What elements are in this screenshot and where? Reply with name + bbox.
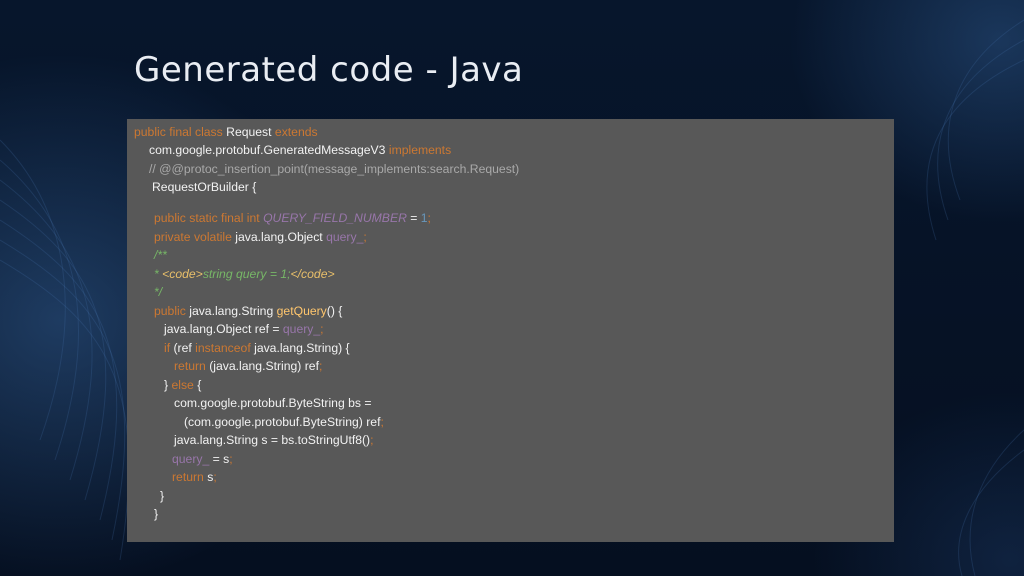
- code-line: }: [160, 487, 164, 505]
- code-line: * <code>string query = 1;</code>: [154, 265, 335, 283]
- code-token: s: [203, 470, 214, 484]
- code-line: public final class Request extends: [134, 123, 318, 141]
- code-line: public java.lang.String getQuery() {: [154, 302, 342, 320]
- code-token: java.lang.Object ref =: [164, 322, 283, 336]
- code-token: ;: [213, 470, 217, 484]
- code-token: private volatile: [154, 230, 232, 244]
- code-token: java.lang.String: [185, 304, 277, 318]
- code-line: java.lang.Object ref = query_;: [164, 320, 324, 338]
- code-token: {: [193, 378, 202, 392]
- code-line: return (java.lang.String) ref;: [174, 357, 322, 375]
- code-line: // @@protoc_insertion_point(message_impl…: [149, 160, 519, 178]
- code-token: Request: [222, 125, 272, 139]
- code-token: }: [160, 489, 165, 503]
- code-token: return: [172, 470, 204, 484]
- code-line: return s;: [172, 468, 217, 486]
- code-token: extends: [271, 125, 318, 139]
- code-token: java.lang.String s = bs.toStringUtf8(): [174, 433, 371, 447]
- code-line: } else {: [164, 376, 201, 394]
- code-token: else: [171, 378, 194, 392]
- code-line: */: [154, 283, 162, 301]
- code-token: query_: [322, 230, 364, 244]
- code-token: ;: [320, 322, 324, 336]
- code-line: /**: [154, 246, 167, 264]
- code-line: (com.google.protobuf.ByteString) ref;: [184, 413, 384, 431]
- code-token: query_: [172, 452, 210, 466]
- code-token: return: [174, 359, 206, 373]
- code-line: RequestOrBuilder {: [152, 178, 256, 196]
- code-token: RequestOrBuilder {: [152, 180, 257, 194]
- code-line: java.lang.String s = bs.toStringUtf8();: [174, 431, 374, 449]
- code-token: ;: [427, 211, 431, 225]
- code-token: public: [154, 304, 186, 318]
- code-comment: // @@protoc_insertion_point(message_impl…: [149, 162, 520, 176]
- code-token: ;: [363, 230, 367, 244]
- code-token: implements: [385, 143, 452, 157]
- code-token: java.lang.Object: [231, 230, 323, 244]
- code-token: public: [134, 125, 166, 139]
- code-token: QUERY_FIELD_NUMBER: [259, 211, 407, 225]
- code-doc-tag: <code>: [162, 267, 203, 281]
- code-line: }: [154, 505, 158, 523]
- code-block: public final class Request extends com.g…: [127, 119, 894, 542]
- code-token: com.google.protobuf.ByteString bs =: [174, 396, 372, 410]
- code-token: query_: [282, 322, 321, 336]
- code-line: query_ = s;: [172, 450, 233, 468]
- code-token: ;: [318, 359, 323, 373]
- code-token: ;: [229, 452, 233, 466]
- code-token: (com.google.protobuf.ByteString) ref: [184, 415, 381, 429]
- code-doc-comment: /**: [154, 248, 167, 262]
- code-token: com.google.protobuf.GeneratedMessageV3: [149, 143, 386, 157]
- code-line: com.google.protobuf.ByteString bs =: [174, 394, 372, 412]
- code-token: instanceof: [195, 341, 251, 355]
- code-token: () {: [326, 304, 343, 318]
- code-token: }: [154, 507, 159, 521]
- code-line: private volatile java.lang.Object query_…: [154, 228, 367, 246]
- code-token: ;: [370, 433, 374, 447]
- code-token: =: [406, 211, 421, 225]
- code-line: if (ref instanceof java.lang.String) {: [164, 339, 350, 357]
- code-line: com.google.protobuf.GeneratedMessageV3 i…: [149, 141, 451, 159]
- code-token: 1: [420, 211, 428, 225]
- code-token: (java.lang.String) ref: [205, 359, 319, 373]
- code-doc-tag: </code>: [290, 267, 335, 281]
- code-token: (ref: [170, 341, 196, 355]
- code-token: getQuery: [276, 304, 327, 318]
- code-token: public static final int: [154, 211, 260, 225]
- code-doc-comment: string query = 1;: [202, 267, 291, 281]
- code-doc-comment: *: [154, 267, 163, 281]
- code-token: java.lang.String) {: [250, 341, 350, 355]
- code-line: public static final int QUERY_FIELD_NUMB…: [154, 209, 431, 227]
- slide-title: Generated code - Java: [134, 50, 524, 90]
- code-doc-comment: */: [154, 285, 163, 299]
- code-token: = s: [209, 452, 230, 466]
- code-token: final class: [165, 125, 223, 139]
- code-token: ;: [380, 415, 384, 429]
